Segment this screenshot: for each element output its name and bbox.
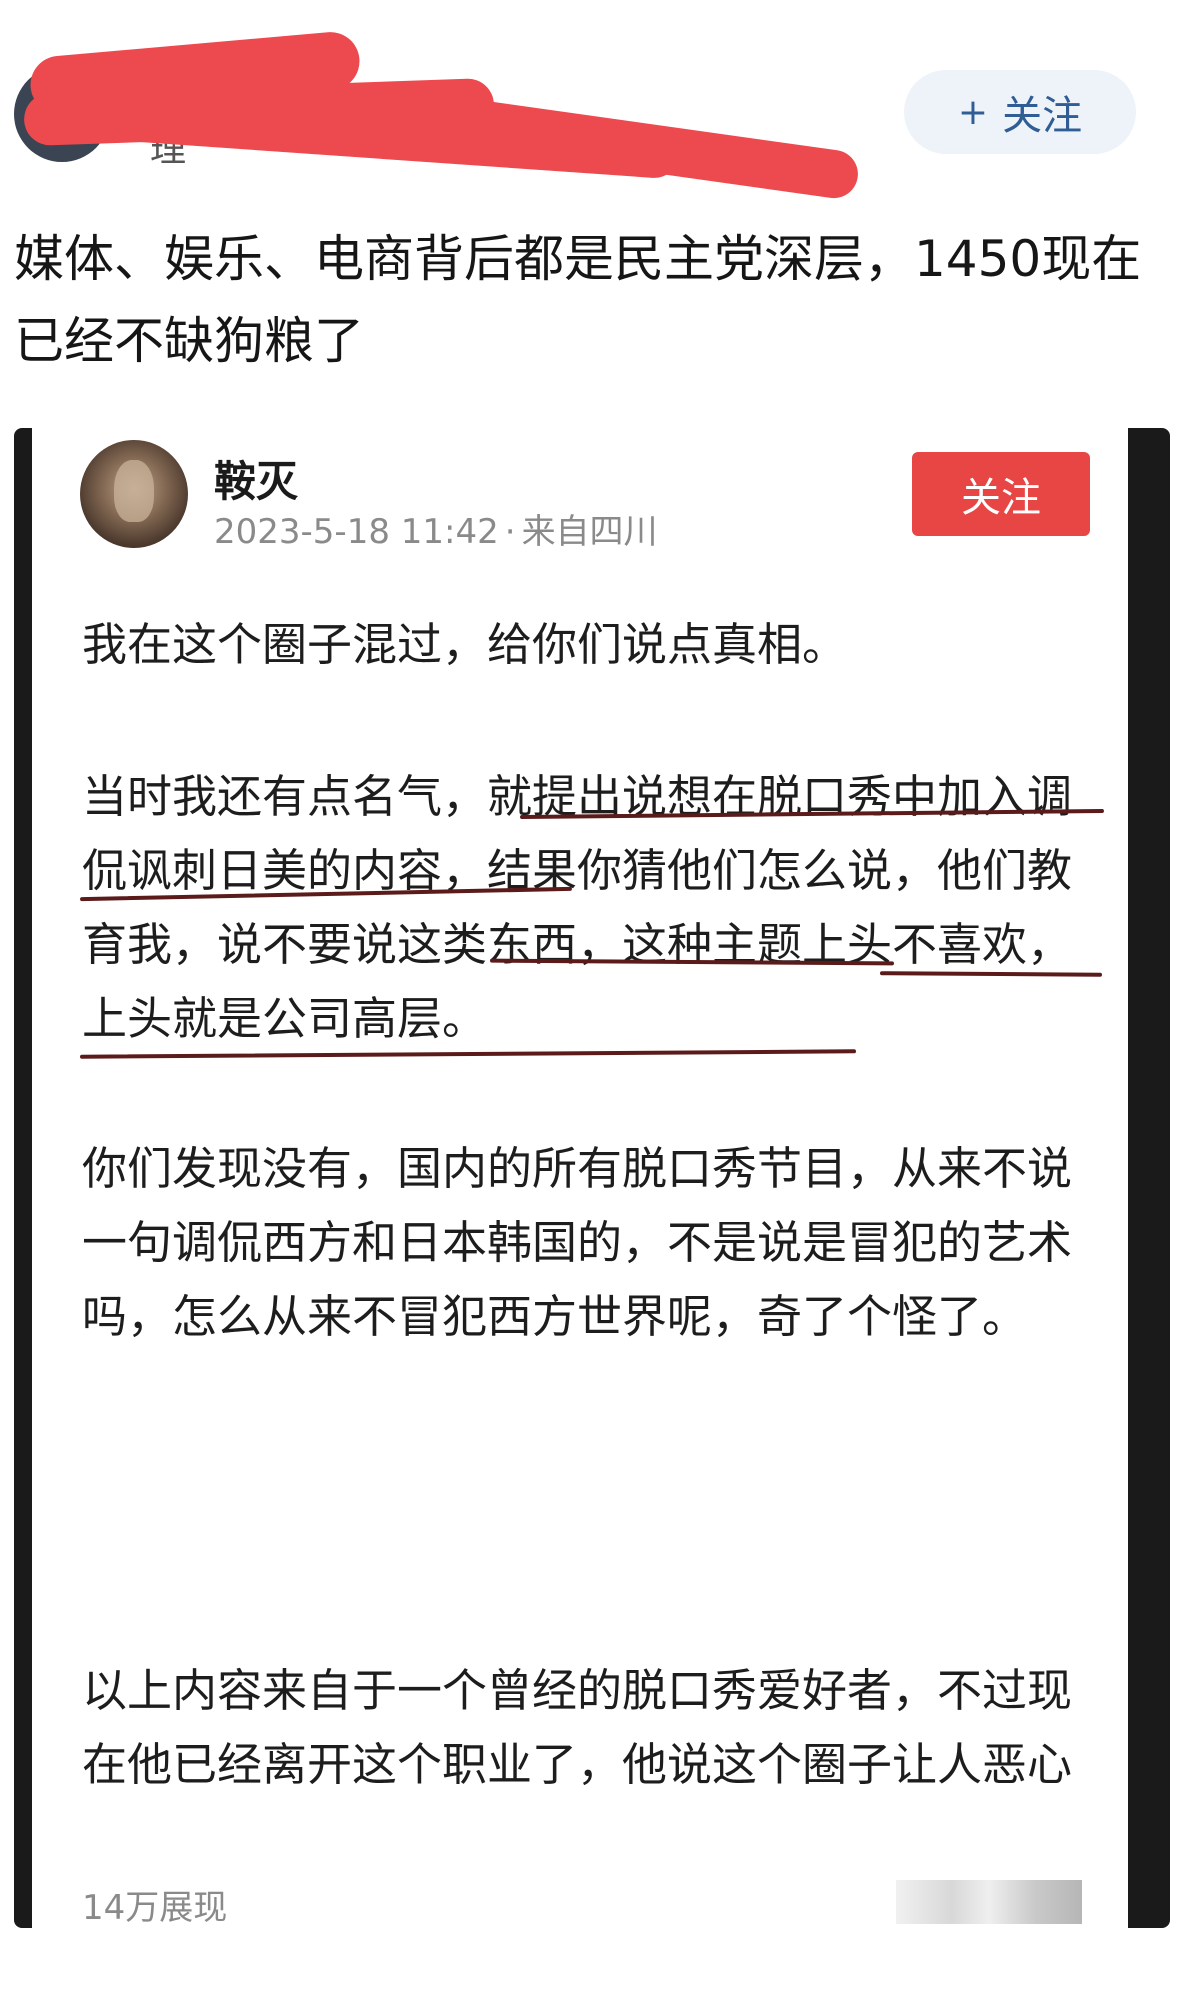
redaction-mark	[378, 86, 862, 202]
blurred-watermark	[896, 1880, 1082, 1924]
quoted-paragraph: 你们发现没有，国内的所有脱口秀节目，从来不说一句调侃西方和日本韩国的，不是说是冒…	[82, 1142, 1073, 1343]
quoted-follow-button[interactable]: 关注	[912, 452, 1090, 536]
follow-label: 关注	[1002, 93, 1083, 139]
quoted-author-avatar[interactable]	[80, 440, 188, 548]
quoted-paragraph: 我在这个圈子混过，给你们说点真相。	[82, 618, 848, 671]
quoted-post-meta: 2023-5-18 11:42 · 来自四川	[214, 504, 658, 553]
view-count: 14万展现	[82, 1888, 228, 1928]
screenshot-page: 理 + 关注 媒体、娱乐、电商背后都是民主党深层，1450现在 已经不缺狗粮了 …	[0, 0, 1184, 2008]
follow-button[interactable]: + 关注	[904, 70, 1136, 154]
quoted-location: 来自四川	[521, 512, 658, 552]
meta-separator: ·	[504, 512, 516, 552]
quoted-author-name[interactable]: 鞍灭	[214, 448, 298, 509]
plus-icon: +	[957, 91, 989, 133]
quoted-paragraph: 以上内容来自于一个曾经的脱口秀爱好者，不过现在他已经离开这个职业了，他说这个圈子…	[82, 1664, 1073, 1791]
post-text: 媒体、娱乐、电商背后都是民主党深层，1450现在 已经不缺狗粮了	[14, 230, 1142, 370]
quoted-timestamp: 2023-5-18 11:42	[214, 512, 499, 552]
quoted-paragraph: 当时我还有点名气，就提出说想在脱口秀中加入调侃讽刺日美的内容，结果你猜他们怎么说…	[82, 770, 1073, 1045]
